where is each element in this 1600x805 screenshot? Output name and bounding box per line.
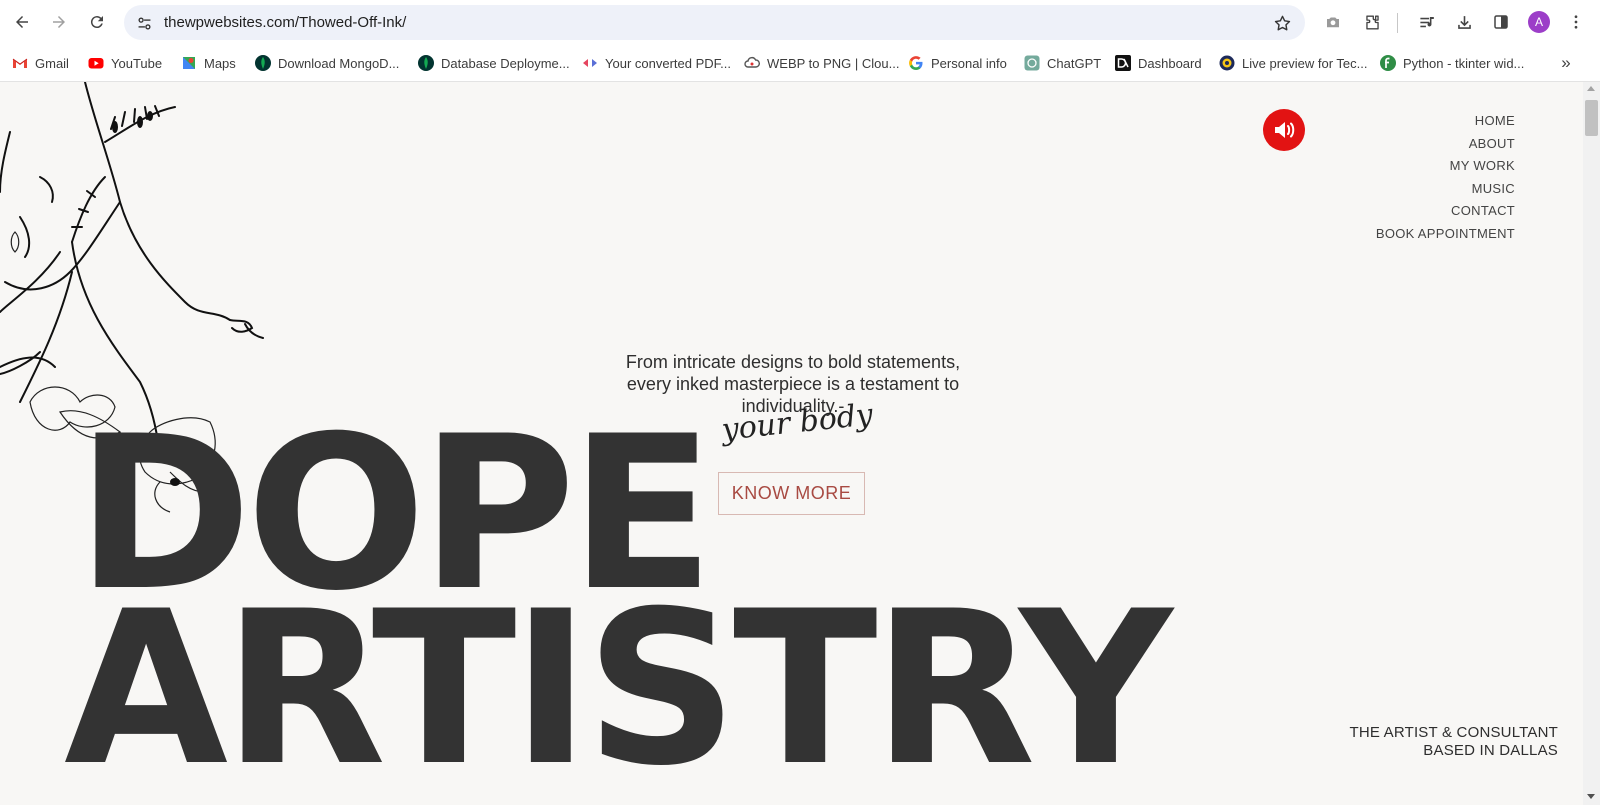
mongodb-icon	[418, 55, 434, 71]
bookmark-gmail[interactable]: Gmail	[12, 53, 69, 73]
bookmark-database-deployment[interactable]: Database Deployme...	[418, 53, 570, 73]
bookmark-label: YouTube	[111, 55, 163, 71]
chatgpt-icon	[1024, 55, 1040, 71]
scroll-up-arrow-icon[interactable]	[1587, 86, 1595, 91]
reload-icon[interactable]	[83, 8, 111, 36]
bookmark-dashboard[interactable]: Dashboard	[1115, 53, 1202, 73]
bookmark-label: Your converted PDF...	[605, 55, 731, 71]
toolbar-separator	[1397, 13, 1398, 33]
extensions-icon[interactable]	[1358, 8, 1386, 36]
bookmark-star-icon[interactable]	[1271, 12, 1293, 34]
back-icon[interactable]	[8, 8, 36, 36]
live-preview-icon	[1219, 55, 1235, 71]
side-panel-icon[interactable]	[1487, 8, 1515, 36]
screenshot-icon[interactable]	[1319, 8, 1347, 36]
site-info-icon[interactable]	[134, 13, 154, 33]
bookmark-label: WEBP to PNG | Clou...	[767, 55, 900, 71]
nav-book-appointment[interactable]: BOOK APPOINTMENT	[1376, 225, 1515, 248]
nav-contact[interactable]: CONTACT	[1376, 202, 1515, 225]
menu-kebab-icon[interactable]	[1562, 8, 1590, 36]
maps-icon	[181, 55, 197, 71]
bookmark-label: Maps	[204, 55, 236, 71]
based-line-1: THE ARTIST & CONSULTANT	[1349, 724, 1558, 741]
nav-about[interactable]: ABOUT	[1376, 135, 1515, 158]
bookmark-label: Dashboard	[1138, 55, 1202, 71]
bookmark-maps[interactable]: Maps	[181, 53, 236, 73]
bookmarks-bar: Gmail YouTube Maps Download MongoD... Da…	[0, 45, 1600, 82]
speaker-icon[interactable]	[1263, 109, 1305, 151]
bookmark-label: Download MongoD...	[278, 55, 400, 71]
bookmark-live-preview[interactable]: Live preview for Tec...	[1219, 53, 1367, 73]
vertical-scrollbar[interactable]	[1583, 82, 1600, 805]
scroll-down-arrow-icon[interactable]	[1587, 794, 1595, 799]
tagline-line-1: From intricate designs to bold statement…	[625, 352, 961, 372]
bookmark-label: Python - tkinter wid...	[1403, 55, 1525, 71]
nav-home[interactable]: HOME	[1376, 112, 1515, 135]
bookmark-webp-to-png[interactable]: WEBP to PNG | Clou...	[744, 53, 899, 73]
nav-my-work[interactable]: MY WORK	[1376, 157, 1515, 180]
bookmark-label: Live preview for Tec...	[1242, 55, 1368, 71]
forward-icon[interactable]	[45, 8, 73, 36]
dashboard-icon	[1115, 55, 1131, 71]
webpage: HOME ABOUT MY WORK MUSIC CONTACT BOOK AP…	[0, 82, 1600, 805]
headline-artistry: ARTISTRY	[64, 565, 1173, 805]
bookmarks-overflow-chevron-icon[interactable]: »	[1556, 54, 1576, 74]
media-control-icon[interactable]	[1413, 8, 1441, 36]
google-icon	[908, 55, 924, 71]
bookmark-youtube[interactable]: YouTube	[88, 53, 162, 73]
bookmark-chatgpt[interactable]: ChatGPT	[1024, 53, 1101, 73]
bookmark-label: Database Deployme...	[441, 55, 570, 71]
bookmark-label: Gmail	[35, 55, 69, 71]
profile-avatar[interactable]: A	[1528, 11, 1550, 33]
mongodb-icon	[255, 55, 271, 71]
downloads-icon[interactable]	[1450, 8, 1478, 36]
youtube-icon	[88, 55, 104, 71]
browser-toolbar: thewpwebsites.com/Thowed-Off-Ink/ A	[0, 0, 1600, 45]
bookmark-mongodb-download[interactable]: Download MongoD...	[255, 53, 399, 73]
bookmark-python-tkinter[interactable]: Python - tkinter wid...	[1380, 53, 1524, 73]
python-icon	[1380, 55, 1396, 71]
cloud-icon	[744, 55, 760, 71]
signature-script: your body	[718, 398, 875, 448]
url-text[interactable]: thewpwebsites.com/Thowed-Off-Ink/	[164, 14, 406, 31]
know-more-button[interactable]: KNOW MORE	[718, 472, 865, 515]
bookmark-personal-info[interactable]: Personal info	[908, 53, 1007, 73]
scroll-thumb[interactable]	[1585, 100, 1598, 136]
bookmark-label: Personal info	[931, 55, 1007, 71]
bookmark-label: ChatGPT	[1047, 55, 1102, 71]
nav-music[interactable]: MUSIC	[1376, 180, 1515, 203]
signature-text: your body	[718, 398, 875, 448]
bookmark-pdf-converter[interactable]: Your converted PDF...	[582, 53, 731, 73]
address-bar[interactable]: thewpwebsites.com/Thowed-Off-Ink/	[124, 5, 1305, 40]
based-line-2: BASED IN DALLAS	[1423, 742, 1558, 759]
gmail-icon	[12, 55, 28, 71]
artist-location-caption: THE ARTIST & CONSULTANT BASED IN DALLAS	[1349, 724, 1558, 760]
pdf-converter-icon	[582, 55, 598, 71]
main-navigation: HOME ABOUT MY WORK MUSIC CONTACT BOOK AP…	[1376, 112, 1515, 247]
